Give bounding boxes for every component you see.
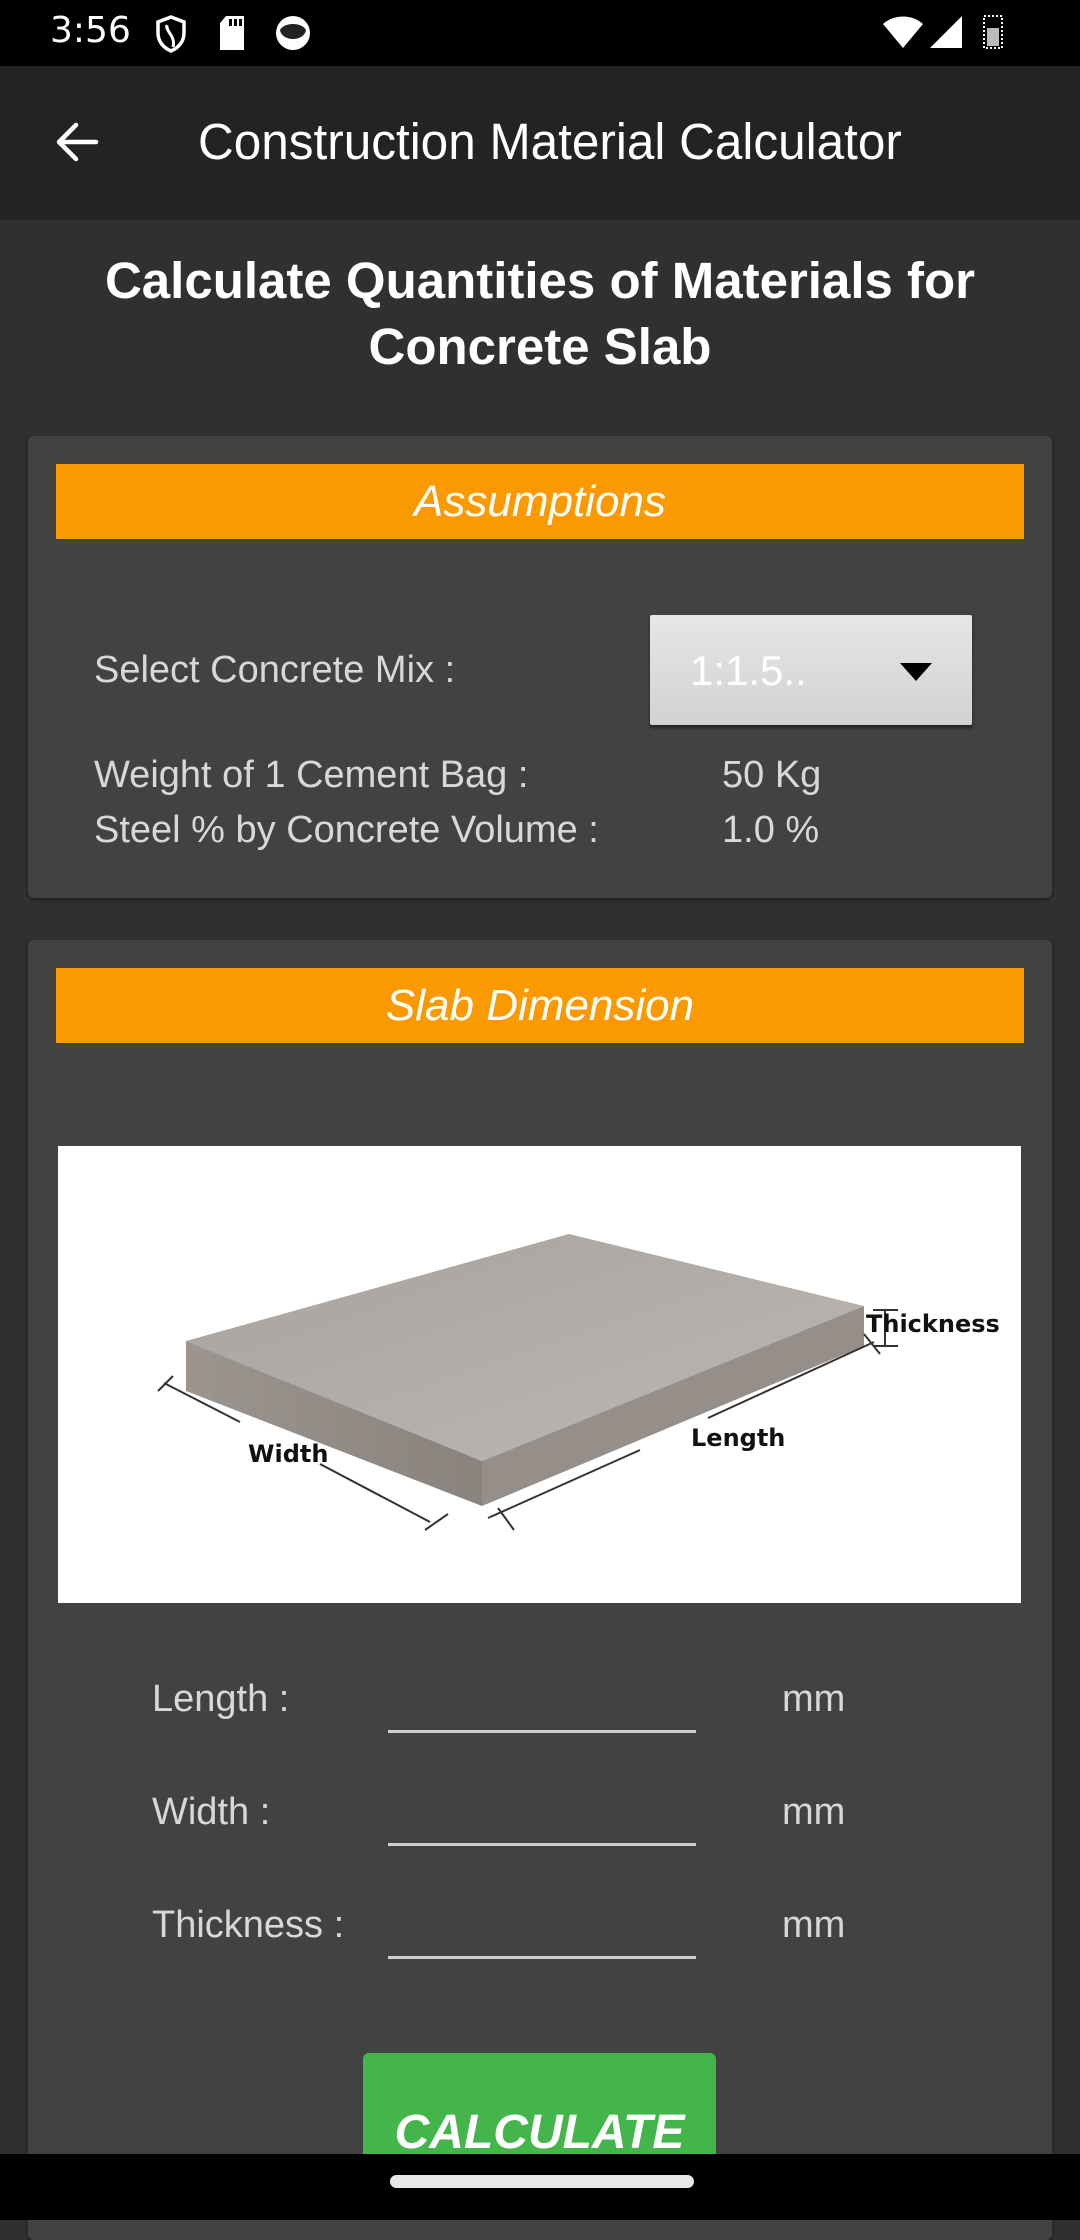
length-unit: mm [782,1678,846,1720]
slab-dimension-card: Slab Dimension Width Length Thickness Le… [28,940,1052,2240]
status-time: 3:56 [50,10,131,51]
sd-card-icon [220,16,244,50]
thickness-input[interactable] [388,1880,700,1946]
diagram-thickness-label: Thickness [866,1310,1000,1338]
steel-percent-value: 1.0 % [722,809,820,851]
width-unit: mm [782,1791,846,1833]
navigation-bar [0,2154,1080,2220]
page-heading-line1: Calculate Quantities of Materials for [104,252,976,309]
width-label: Width : [152,1791,271,1833]
width-input[interactable] [388,1767,700,1833]
calculate-button-label: CALCULATE [394,2106,685,2159]
app-title: Construction Material Calculator [198,113,902,170]
status-bar: 3:56 [0,0,1080,66]
wifi-icon [883,16,923,48]
page-heading-line2: Concrete Slab [368,318,712,375]
cement-bag-label: Weight of 1 Cement Bag : [94,754,529,796]
back-button[interactable] [48,112,108,172]
width-input-underline [388,1843,696,1846]
length-input[interactable] [388,1654,700,1720]
slab-dimension-banner: Slab Dimension [56,968,1024,1043]
assumptions-banner: Assumptions [56,464,1024,539]
dropdown-arrow-icon [900,663,932,681]
length-label: Length : [152,1678,290,1720]
cement-bag-value: 50 Kg [722,754,822,796]
assumptions-card: Assumptions Select Concrete Mix : 1:1.5.… [28,436,1052,898]
cellular-signal-icon [930,16,962,48]
home-gesture-handle[interactable] [390,2175,694,2188]
concrete-mix-dropdown[interactable]: 1:1.5.. [650,615,972,725]
vpn-shield-icon [156,15,186,53]
page-heading: Calculate Quantities of Materials for Co… [0,248,1080,380]
thickness-unit: mm [782,1904,846,1946]
thickness-label: Thickness : [152,1904,345,1946]
arrow-left-icon [56,122,99,162]
steel-percent-label: Steel % by Concrete Volume : [94,809,599,851]
notification-app-icon [276,16,310,50]
slab-diagram: Width Length Thickness [157,1234,1000,1531]
slab-diagram-image: Width Length Thickness [58,1146,1021,1603]
concrete-mix-label: Select Concrete Mix : [94,649,456,691]
thickness-input-underline [388,1956,696,1959]
diagram-width-label: Width [248,1440,328,1468]
battery-icon [983,15,1003,49]
concrete-mix-selected: 1:1.5.. [690,647,807,694]
diagram-length-label: Length [691,1424,785,1452]
length-input-underline [388,1730,696,1733]
